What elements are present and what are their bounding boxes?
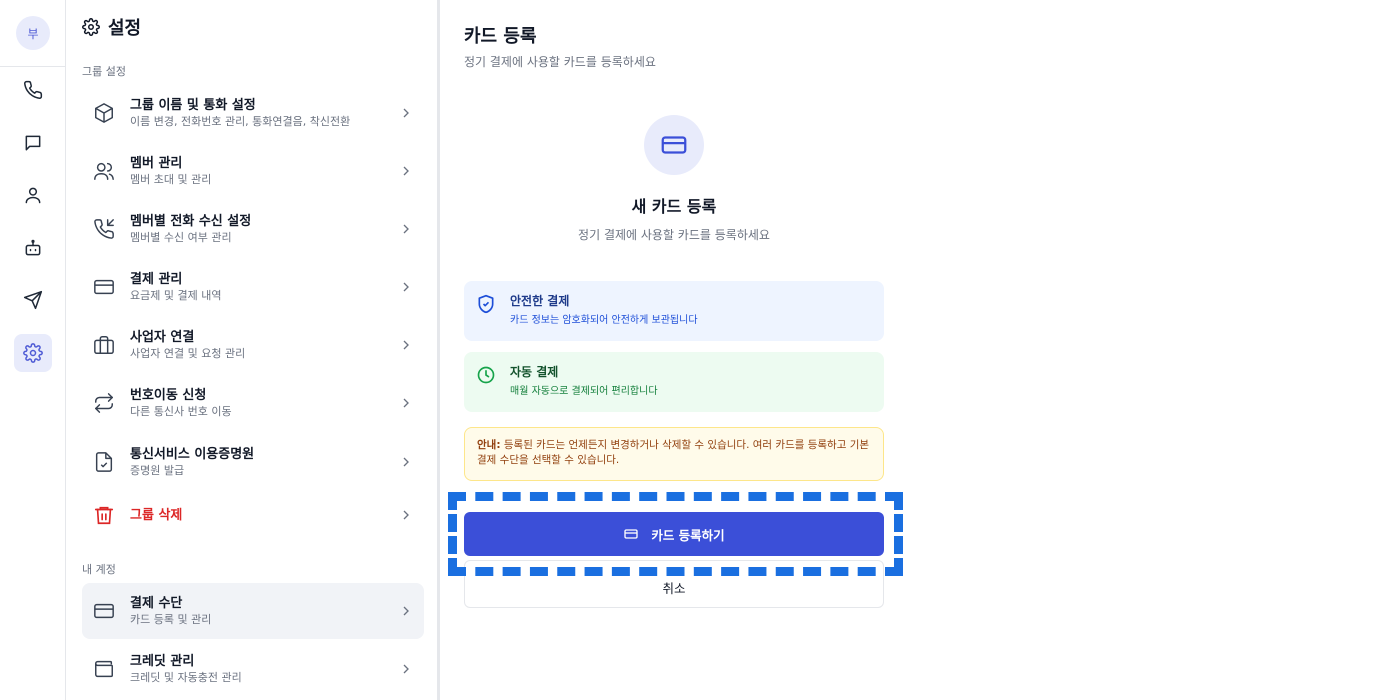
chevron-right-icon [403,340,409,350]
item-subtitle: 증명원 발급 [130,464,185,477]
phone-icon [24,80,43,99]
settings-item-credit[interactable]: 크레딧 관리크레딧 및 자동충전 관리 [82,641,424,697]
chevron-right-icon [403,224,409,234]
my-account-label: 내 계정 [82,563,116,576]
item-subtitle: 이름 변경, 전화번호 관리, 통화연결음, 착신전환 [130,115,351,128]
clock-icon [477,366,495,384]
chevron-right-icon [403,108,409,118]
item-title: 사업자 연결 [130,330,195,345]
chevron-right-icon [403,398,409,408]
chevron-right-icon [403,664,409,674]
notice-label: 안내: [477,439,501,451]
send-icon [23,290,43,310]
page-title: 카드 등록 [464,26,537,47]
chevron-right-icon [403,606,409,616]
item-title: 결제 관리 [130,272,183,287]
box-icon [95,103,113,123]
settings-panel: 설정 그룹 설정 그룹 이름 및 통화 설정이름 변경, 전화번호 관리, 통화… [66,0,440,700]
settings-item-billing[interactable]: 결제 관리요금제 및 결제 내역 [82,259,424,315]
chevron-right-icon [403,457,409,467]
card-hero-badge [644,115,704,175]
phone-incoming-icon [94,219,114,239]
send-nav-button[interactable] [14,281,52,319]
item-title: 결제 수단 [130,596,183,611]
gear-icon [82,18,100,36]
hero-subtitle: 정기 결제에 사용할 카드를 등록하세요 [578,228,770,242]
chat-nav-button[interactable] [14,124,52,162]
icon-rail: 부 [0,0,66,700]
item-subtitle: 사업자 연결 및 요청 관리 [130,347,246,360]
item-subtitle: 멤버 초대 및 관리 [130,173,212,186]
card-registration-page: 카드 등록 정기 결제에 사용할 카드를 등록하세요 새 카드 등록 정기 결제… [443,0,1400,700]
item-title: 번호이동 신청 [130,388,207,403]
register-card-button[interactable]: 카드 등록하기 [464,512,884,556]
settings-item-number-port[interactable]: 번호이동 신청다른 통신사 번호 이동 [82,375,424,431]
settings-title-text: 설정 [108,18,142,39]
auto-payment-title: 자동 결제 [510,365,559,379]
chevron-right-icon [403,166,409,176]
chevron-right-icon [403,282,409,292]
user-nav-button[interactable] [14,176,52,214]
notice-box: 안내: 등록된 카드는 언제든지 변경하거나 삭제할 수 있습니다. 여러 카드… [464,427,884,481]
page-subtitle: 정기 결제에 사용할 카드를 등록하세요 [464,55,656,69]
credit-card-icon [624,529,638,539]
settings-nav-button[interactable] [14,334,52,372]
auto-payment-desc: 매월 자동으로 결제되어 편리합니다 [510,386,658,397]
document-check-icon [95,452,113,472]
cancel-button-label: 취소 [662,580,686,596]
settings-title: 설정 [82,14,141,40]
credit-card-icon [661,136,687,154]
secure-payment-title: 안전한 결제 [510,294,570,308]
item-subtitle: 요금제 및 결제 내역 [130,289,222,302]
gear-icon [23,343,43,363]
bot-icon [25,239,41,256]
bot-nav-button[interactable] [14,229,52,267]
group-settings-label: 그룹 설정 [82,65,126,78]
credit-card-icon [94,603,114,619]
item-title: 크레딧 관리 [130,654,195,669]
item-subtitle: 다른 통신사 번호 이동 [130,405,232,418]
item-title: 멤버 관리 [130,156,183,171]
shield-check-icon [478,294,494,314]
chevron-right-icon [403,510,409,520]
avatar[interactable]: 부 [16,16,50,50]
transfer-icon [95,393,113,413]
hero-title: 새 카드 등록 [631,197,717,216]
notice-text: 등록된 카드는 언제든지 변경하거나 삭제할 수 있습니다. 여러 카드를 등록… [477,439,870,466]
item-subtitle: 카드 등록 및 관리 [130,613,212,626]
item-title: 멤버별 전화 수신 설정 [130,214,252,229]
item-title: 통신서비스 이용증명원 [130,447,255,462]
briefcase-icon [94,336,114,354]
register-card-button-label: 카드 등록하기 [651,527,725,543]
auto-payment-card: 자동 결제 매월 자동으로 결제되어 편리합니다 [464,352,884,412]
cancel-button[interactable]: 취소 [464,560,884,608]
rail-divider [0,66,66,67]
item-title: 그룹 삭제 [130,507,183,523]
trash-icon [94,506,114,525]
credit-card-icon [94,279,114,295]
settings-item-payment-method[interactable]: 결제 수단카드 등록 및 관리 [82,583,424,639]
users-icon [94,162,114,180]
settings-item-group-name[interactable]: 그룹 이름 및 통화 설정이름 변경, 전화번호 관리, 통화연결음, 착신전환 [82,85,424,141]
item-subtitle: 크레딧 및 자동충전 관리 [130,671,242,684]
item-title: 그룹 이름 및 통화 설정 [130,98,256,113]
secure-payment-card: 안전한 결제 카드 정보는 암호화되어 안전하게 보관됩니다 [464,281,884,341]
item-subtitle: 멤버별 수신 여부 관리 [130,231,232,244]
phone-nav-button[interactable] [14,71,52,109]
settings-item-business[interactable]: 사업자 연결사업자 연결 및 요청 관리 [82,317,424,373]
wallet-icon [95,660,113,678]
settings-item-certificate[interactable]: 통신서비스 이용증명원증명원 발급 [82,434,424,490]
chat-icon [25,135,41,151]
settings-item-members[interactable]: 멤버 관리멤버 초대 및 관리 [82,143,424,199]
settings-item-member-call[interactable]: 멤버별 전화 수신 설정멤버별 수신 여부 관리 [82,201,424,257]
settings-item-delete-group[interactable]: 그룹 삭제 [82,487,424,543]
user-icon [25,187,41,204]
secure-payment-desc: 카드 정보는 암호화되어 안전하게 보관됩니다 [510,315,698,326]
